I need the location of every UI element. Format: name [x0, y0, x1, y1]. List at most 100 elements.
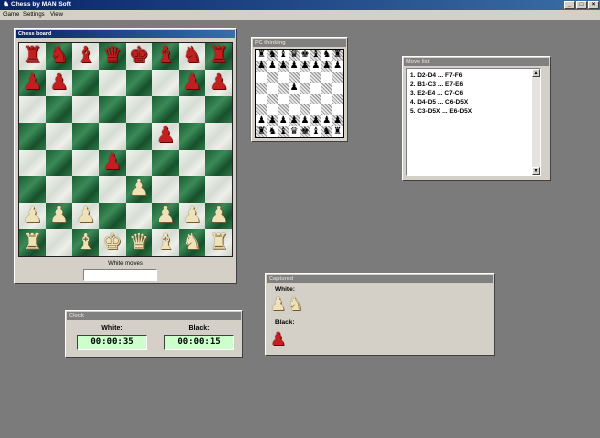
board-square-b6[interactable] — [45, 96, 73, 123]
mini-square-b5[interactable] — [266, 82, 278, 94]
black-knight-icon[interactable]: ♞ — [49, 45, 69, 67]
mini-square-e7[interactable]: ♟ — [299, 61, 311, 72]
black-bishop-icon[interactable]: ♝ — [76, 45, 96, 67]
white-pawn-icon[interactable]: ♟ — [156, 205, 176, 227]
mini-square-b2[interactable]: ♟ — [266, 115, 278, 127]
board-square-b3[interactable] — [45, 176, 73, 203]
mini-square-g5[interactable] — [321, 82, 333, 94]
mini-square-d8[interactable]: ♛ — [288, 50, 300, 61]
mini-square-f6[interactable] — [310, 71, 322, 83]
mini-square-d4[interactable] — [288, 93, 300, 105]
black-queen-icon[interactable]: ♛ — [102, 45, 122, 67]
board-square-f2[interactable]: ♟ — [152, 202, 179, 230]
board-square-d7[interactable] — [98, 69, 126, 97]
board-square-e8[interactable]: ♚ — [125, 43, 153, 70]
mini-square-c2[interactable]: ♟ — [277, 115, 289, 127]
black-pawn-icon[interactable]: ♟ — [209, 71, 229, 94]
board-square-f4[interactable] — [152, 149, 179, 177]
white-bishop-icon[interactable]: ♝ — [156, 231, 176, 254]
board-square-f8[interactable]: ♝ — [152, 43, 179, 70]
minimize-button[interactable]: _ — [564, 1, 575, 9]
mini-square-g4[interactable] — [321, 93, 333, 105]
mini-square-f1[interactable]: ♝ — [310, 126, 322, 137]
mini-square-h3[interactable] — [332, 104, 343, 116]
board-square-f5[interactable]: ♟ — [152, 122, 179, 150]
black-pawn-icon[interactable]: ♟ — [22, 71, 42, 94]
move-list-scrollbar[interactable]: ▲ ▼ — [532, 69, 540, 175]
mini-square-a1[interactable]: ♜ — [256, 126, 267, 137]
mini-square-d3[interactable] — [288, 104, 300, 116]
board-square-e1[interactable]: ♛ — [125, 229, 153, 256]
board-square-g3[interactable] — [178, 176, 206, 203]
mini-square-c6[interactable] — [277, 71, 289, 83]
mini-square-e5[interactable] — [299, 82, 311, 94]
move-list-box[interactable]: 1. D2-D4 ... F7-F6 2. B1-C3 ... E7-E6 3.… — [406, 68, 541, 176]
mini-square-h4[interactable] — [332, 93, 343, 105]
mini-square-e2[interactable]: ♟ — [299, 115, 311, 127]
board-square-c4[interactable] — [72, 149, 99, 177]
mini-square-f4[interactable] — [310, 93, 322, 105]
board-square-a1[interactable]: ♜ — [19, 229, 46, 256]
mini-square-a7[interactable]: ♟ — [256, 61, 267, 72]
board-square-a2[interactable]: ♟ — [19, 202, 46, 230]
board-square-c1[interactable]: ♝ — [72, 229, 99, 256]
board-square-g1[interactable]: ♞ — [178, 229, 206, 256]
white-pawn-icon[interactable]: ♟ — [22, 205, 42, 227]
board-square-e4[interactable] — [125, 149, 153, 177]
board-square-h1[interactable]: ♜ — [205, 229, 232, 256]
black-rook-icon[interactable]: ♜ — [22, 45, 42, 67]
mini-square-g2[interactable]: ♟ — [321, 115, 333, 127]
board-square-c2[interactable]: ♟ — [72, 202, 99, 230]
board-square-c3[interactable] — [72, 176, 99, 203]
mini-square-b4[interactable] — [266, 93, 278, 105]
white-pawn-icon[interactable]: ♟ — [76, 205, 96, 227]
board-square-e6[interactable] — [125, 96, 153, 123]
board-square-b7[interactable]: ♟ — [45, 69, 73, 97]
board-square-f6[interactable] — [152, 96, 179, 123]
board-square-g6[interactable] — [178, 96, 206, 123]
board-square-c6[interactable] — [72, 96, 99, 123]
mini-square-c3[interactable] — [277, 104, 289, 116]
board-square-a8[interactable]: ♜ — [19, 43, 46, 70]
board-square-b2[interactable]: ♟ — [45, 202, 73, 230]
board-square-d5[interactable] — [98, 122, 126, 150]
mini-square-d1[interactable]: ♛ — [288, 126, 300, 137]
board-square-e7[interactable] — [125, 69, 153, 97]
white-queen-icon[interactable]: ♛ — [129, 231, 149, 254]
board-square-f7[interactable] — [152, 69, 179, 97]
white-knight-icon[interactable]: ♞ — [182, 231, 202, 254]
board-square-b5[interactable] — [45, 122, 73, 150]
board-square-a6[interactable] — [19, 96, 46, 123]
board-square-h6[interactable] — [205, 96, 232, 123]
mini-square-e1[interactable]: ♚ — [299, 126, 311, 137]
mini-square-a2[interactable]: ♟ — [256, 115, 267, 127]
mini-square-e4[interactable] — [299, 93, 311, 105]
mini-square-h6[interactable] — [332, 71, 343, 83]
board-square-d8[interactable]: ♛ — [98, 43, 126, 70]
board-square-g7[interactable]: ♟ — [178, 69, 206, 97]
mini-square-b3[interactable] — [266, 104, 278, 116]
white-rook-icon[interactable]: ♜ — [209, 231, 229, 254]
mini-square-d2[interactable]: ♟ — [288, 115, 300, 127]
white-pawn-icon[interactable]: ♟ — [129, 178, 149, 200]
board-square-g8[interactable]: ♞ — [178, 43, 206, 70]
board-square-a4[interactable] — [19, 149, 46, 177]
white-pawn-icon[interactable]: ♟ — [49, 205, 69, 227]
mini-square-g6[interactable] — [321, 71, 333, 83]
white-bishop-icon[interactable]: ♝ — [76, 231, 96, 254]
board-square-f1[interactable]: ♝ — [152, 229, 179, 256]
board-square-d1[interactable]: ♚ — [98, 229, 126, 256]
menu-game[interactable]: Game — [3, 10, 19, 20]
white-rook-icon[interactable]: ♜ — [22, 231, 42, 254]
mini-square-c5[interactable] — [277, 82, 289, 94]
mini-square-f8[interactable]: ♝ — [310, 50, 322, 61]
mini-square-b6[interactable] — [266, 71, 278, 83]
board-square-e5[interactable] — [125, 122, 153, 150]
board-square-e3[interactable]: ♟ — [125, 176, 153, 203]
mini-square-b8[interactable]: ♞ — [266, 50, 278, 61]
black-pawn-icon[interactable]: ♟ — [182, 71, 202, 94]
mini-square-a4[interactable] — [256, 93, 267, 105]
mini-square-h7[interactable]: ♟ — [332, 61, 343, 72]
menu-view[interactable]: View — [50, 10, 63, 20]
mini-square-g3[interactable] — [321, 104, 333, 116]
